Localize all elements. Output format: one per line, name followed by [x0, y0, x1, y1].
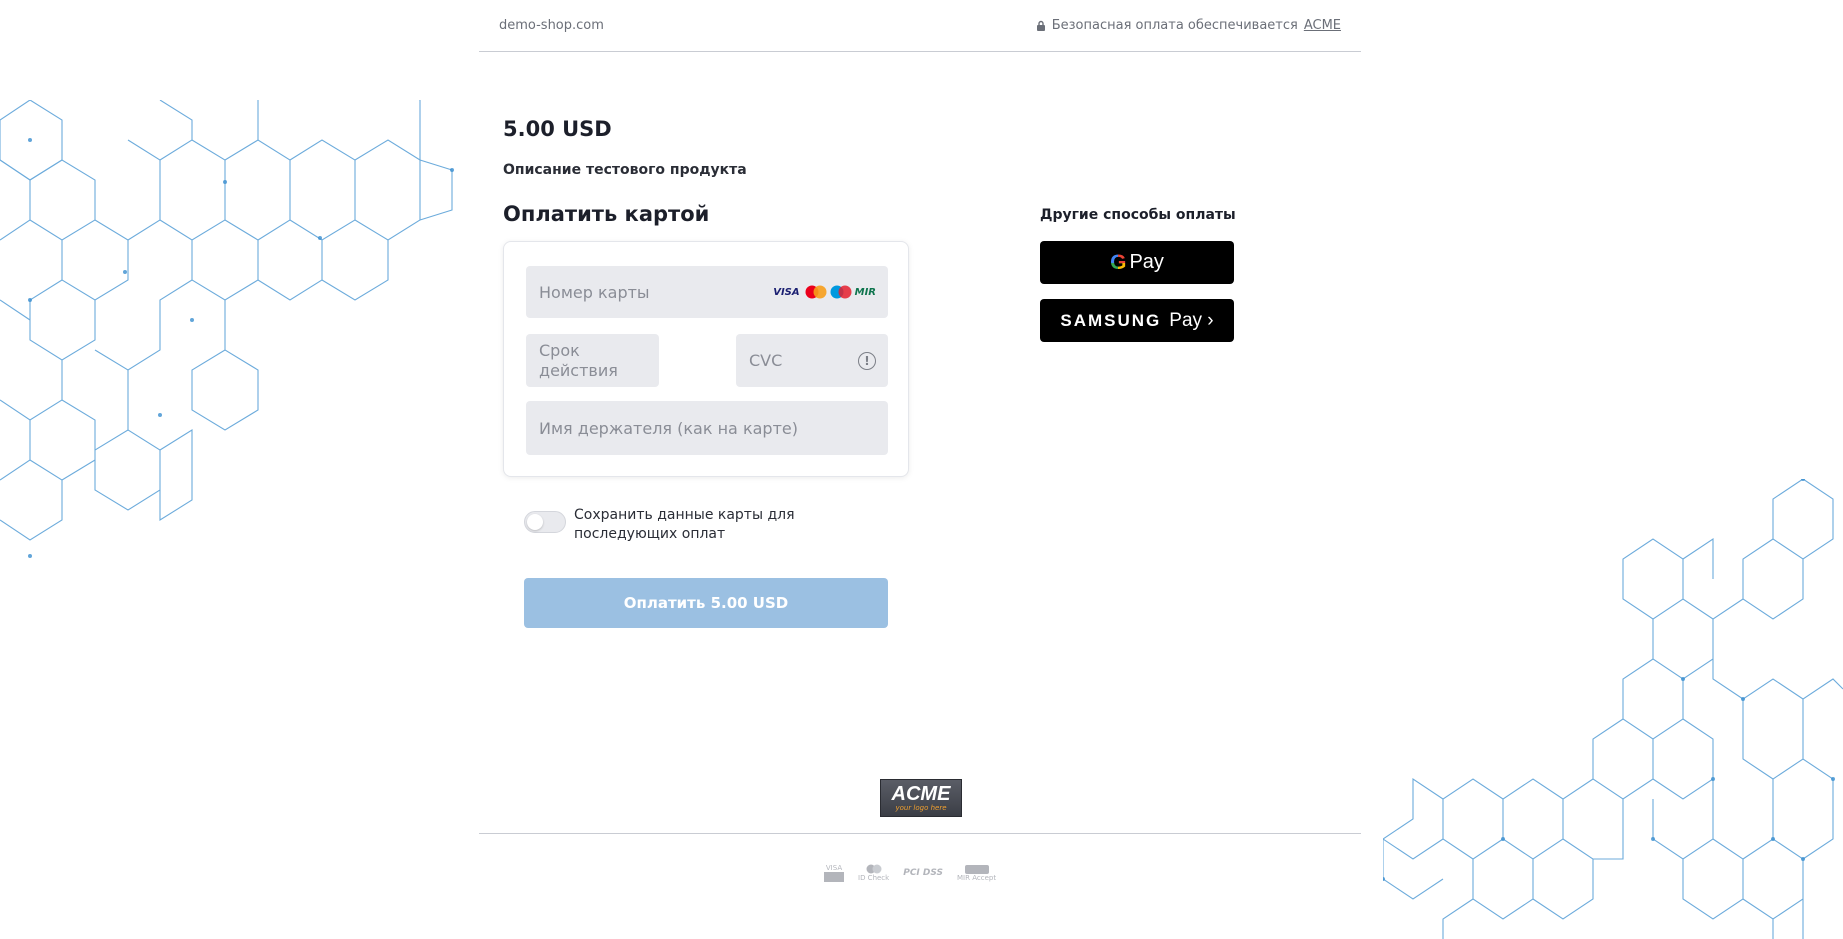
acme-footer-logo: ACME your logo here — [880, 779, 962, 817]
save-card-toggle[interactable] — [524, 511, 566, 533]
samsung-wordmark: SAMSUNG — [1060, 310, 1162, 330]
cardholder-name-field[interactable]: Имя держателя (как на карте) — [526, 401, 888, 455]
footer-logo-sub: your logo here — [895, 804, 947, 812]
other-methods-title: Другие способы оплаты — [1040, 207, 1236, 223]
samsung-pay-label: Pay › — [1169, 309, 1214, 331]
pay-by-card-title: Оплатить картой — [503, 202, 710, 226]
checkout-page: demo-shop.com Безопасная оплата обеспечи… — [479, 0, 1361, 939]
visa-logo-icon: VISA — [773, 286, 800, 298]
background-pattern-right — [1383, 479, 1843, 939]
mir-accept-icon: MIR Accept — [957, 864, 996, 882]
visa-secure-icon: VISA — [824, 864, 844, 882]
save-card-row: Сохранить данные карты для последующих о… — [524, 506, 884, 544]
merchant-domain: demo-shop.com — [499, 18, 604, 33]
google-pay-label: Pay — [1129, 251, 1164, 273]
card-form: Номер карты VISA MIR Срок действия CVC ! — [503, 241, 909, 477]
order-amount: 5.00 USD — [503, 117, 612, 141]
card-number-field[interactable]: Номер карты VISA MIR — [526, 266, 888, 318]
product-description: Описание тестового продукта — [503, 162, 747, 178]
cardholder-placeholder: Имя держателя (как на карте) — [539, 418, 798, 438]
secure-payment-note: Безопасная оплата обеспечивается ACME — [1036, 18, 1341, 33]
google-pay-button[interactable]: G Pay — [1040, 241, 1234, 284]
footer-divider — [479, 833, 1361, 834]
id-check-icon: ID Check — [858, 864, 889, 882]
cvc-field[interactable]: CVC ! — [736, 334, 888, 387]
mir-logo-icon: MIR — [854, 286, 876, 298]
mastercard-logo-icon — [805, 285, 827, 299]
security-logos: VISA ID Check PCI DSS MIR Accept — [824, 864, 996, 882]
cvc-placeholder: CVC — [749, 351, 783, 370]
top-bar: demo-shop.com Безопасная оплата обеспечи… — [479, 0, 1361, 52]
pci-dss-icon: PCI DSS — [903, 868, 944, 878]
samsung-pay-button[interactable]: SAMSUNG Pay › — [1040, 299, 1234, 342]
pay-button[interactable]: Оплатить 5.00 USD — [524, 578, 888, 628]
expiry-placeholder: Срок действия — [539, 340, 618, 380]
background-pattern-left — [0, 100, 454, 558]
card-brand-logos: VISA MIR — [773, 285, 876, 299]
save-card-label: Сохранить данные карты для последующих о… — [574, 507, 795, 542]
footer-logo-main: ACME — [891, 783, 951, 805]
info-icon[interactable]: ! — [858, 351, 876, 370]
expiry-field[interactable]: Срок действия — [526, 334, 659, 387]
google-g-icon: G — [1110, 250, 1127, 274]
maestro-logo-icon — [830, 285, 852, 299]
card-number-placeholder: Номер карты — [539, 282, 650, 302]
secure-text: Безопасная оплата обеспечивается — [1051, 18, 1298, 33]
acme-link[interactable]: ACME — [1304, 18, 1341, 33]
lock-icon — [1036, 20, 1045, 31]
